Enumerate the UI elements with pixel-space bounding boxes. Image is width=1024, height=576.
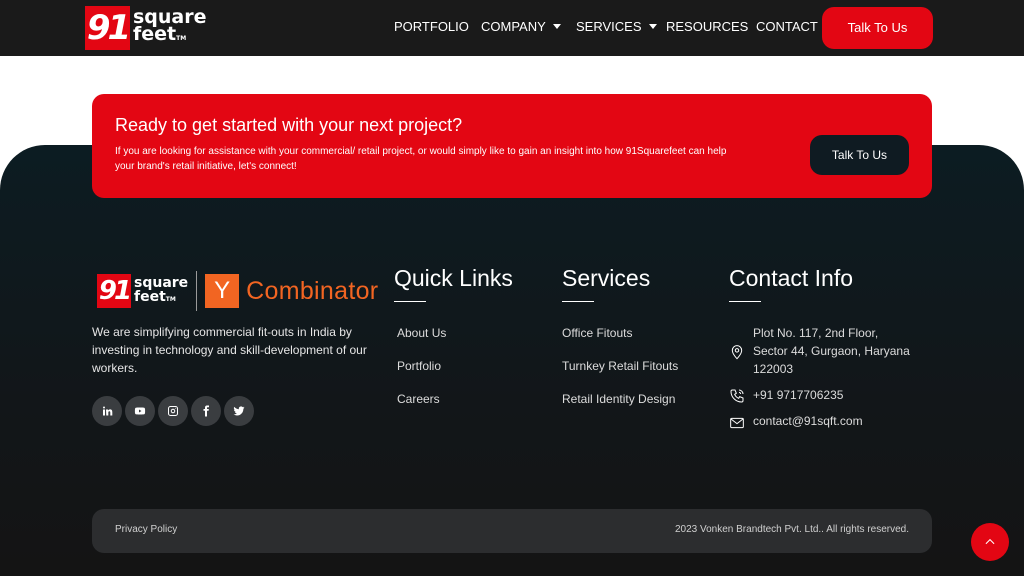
link-retail-identity-design[interactable]: Retail Identity Design: [562, 392, 675, 406]
email-text: contact@91sqft.com: [753, 414, 863, 428]
logo-mark: 91: [85, 6, 131, 50]
services-title: Services: [562, 265, 651, 291]
y-combinator-logo-icon: Y: [205, 274, 240, 308]
link-office-fitouts[interactable]: Office Fitouts: [562, 326, 632, 340]
nav-resources[interactable]: RESOURCES: [666, 19, 748, 34]
footer-bottom-bar: Privacy Policy 2023 Vonken Brandtech Pvt…: [92, 509, 932, 553]
logo-tm: TM: [176, 35, 187, 42]
footer-logo-mark: 91: [97, 274, 132, 308]
phone-icon: [729, 388, 745, 404]
logo-divider: [196, 271, 198, 311]
chevron-down-icon: [552, 24, 561, 29]
youtube-icon[interactable]: [125, 396, 155, 426]
link-turnkey-retail-fitouts[interactable]: Turnkey Retail Fitouts: [562, 359, 678, 373]
services-rule: [562, 301, 594, 302]
nav-company[interactable]: COMPANY: [481, 19, 561, 34]
cta-title: Ready to get started with your next proj…: [115, 115, 463, 135]
cta-banner: Ready to get started with your next proj…: [92, 94, 932, 198]
y-combinator-wordmark: Combinator: [246, 276, 379, 305]
linkedin-icon[interactable]: [92, 396, 122, 426]
nav-services[interactable]: SERVICES: [576, 19, 657, 34]
nav-label: PORTFOLIO: [394, 19, 469, 34]
site-header: 91 square feetTM PORTFOLIO COMPANY SERVI…: [0, 0, 1024, 56]
copyright-text: 2023 Vonken Brandtech Pvt. Ltd.. All rig…: [674, 524, 909, 535]
logo-line-2: feet: [133, 23, 177, 45]
phone-text: +91 9717706235: [753, 388, 844, 402]
mail-icon: [729, 415, 745, 431]
link-portfolio[interactable]: Portfolio: [397, 359, 441, 373]
contact-info-title: Contact Info: [729, 265, 854, 291]
privacy-policy-link[interactable]: Privacy Policy: [115, 524, 177, 535]
contact-address: Plot No. 117, 2nd Floor, Sector 44, Gurg…: [729, 324, 913, 378]
talk-to-us-cta-button[interactable]: Talk To Us: [810, 135, 909, 175]
nav-label: COMPANY: [481, 19, 546, 34]
nav-label: SERVICES: [576, 19, 642, 34]
footer-logo-tm: TM: [165, 295, 176, 303]
nav-portfolio[interactable]: PORTFOLIO: [394, 19, 469, 34]
nav-contact[interactable]: CONTACT: [756, 19, 818, 34]
footer-brand-logos: 91 square feetTM Y Combinator: [97, 271, 378, 311]
link-careers[interactable]: Careers: [397, 392, 440, 406]
twitter-icon[interactable]: [224, 396, 254, 426]
footer-logo-wordmark: square feetTM: [134, 276, 188, 307]
social-links: [92, 396, 257, 426]
scroll-to-top-button[interactable]: [971, 523, 1009, 561]
logo-wordmark: square feetTM: [133, 8, 207, 47]
quick-links-title: Quick Links: [394, 265, 513, 291]
link-about-us[interactable]: About Us: [397, 326, 446, 340]
footer-logo-line-2: feet: [134, 288, 166, 305]
site-logo[interactable]: 91 square feetTM: [85, 6, 207, 50]
contact-phone[interactable]: +91 9717706235: [729, 386, 843, 404]
nav-label: RESOURCES: [666, 19, 749, 34]
chevron-down-icon: [648, 24, 657, 29]
facebook-icon[interactable]: [191, 396, 221, 426]
address-text: Plot No. 117, 2nd Floor, Sector 44, Gurg…: [753, 326, 910, 376]
quick-links-rule: [394, 301, 426, 302]
nav-label: CONTACT: [756, 19, 818, 34]
about-text: We are simplifying commercial fit-outs i…: [92, 325, 367, 375]
instagram-icon[interactable]: [158, 396, 188, 426]
location-pin-icon: [729, 344, 745, 360]
talk-to-us-header-button[interactable]: Talk To Us: [822, 7, 933, 49]
contact-info-rule: [729, 301, 761, 302]
footer-logo-line-1: square: [134, 274, 189, 291]
chevron-up-icon: [985, 538, 995, 545]
cta-description: If you are looking for assistance with y…: [115, 146, 727, 172]
contact-email[interactable]: contact@91sqft.com: [729, 412, 863, 431]
